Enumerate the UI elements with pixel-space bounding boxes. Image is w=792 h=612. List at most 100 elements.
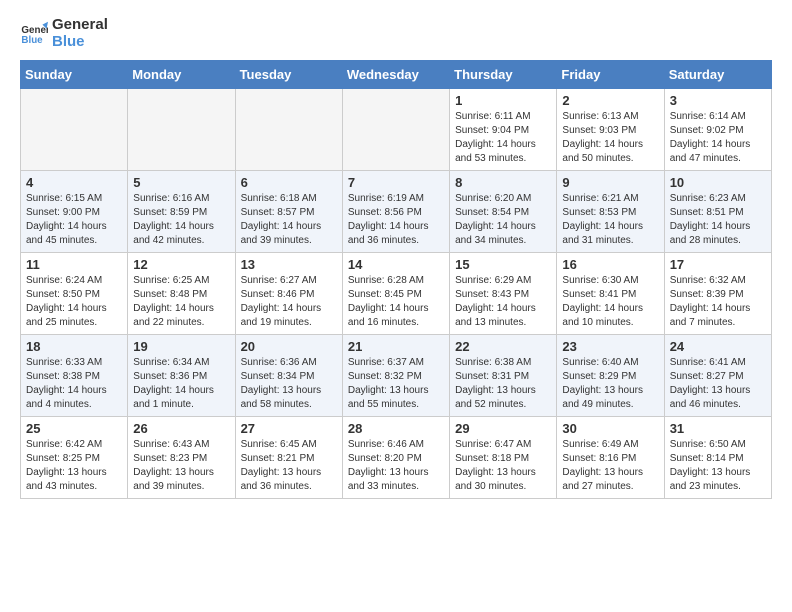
day-info: Sunrise: 6:38 AM Sunset: 8:31 PM Dayligh…: [455, 356, 551, 412]
day-number: 17: [670, 257, 766, 272]
day-number: 12: [133, 257, 229, 272]
calendar-day: [21, 89, 128, 171]
calendar-week-4: 18 Sunrise: 6:33 AM Sunset: 8:38 PM Dayli…: [21, 335, 772, 417]
calendar-week-1: 1Sunrise: 6:11 AM Sunset: 9:04 PM Daylig…: [21, 89, 772, 171]
calendar-day: 12Sunrise: 6:25 AM Sunset: 8:48 PM Dayli…: [128, 253, 235, 335]
day-number: 11: [26, 257, 122, 272]
day-number: 30: [562, 421, 658, 436]
calendar-day: 29Sunrise: 6:47 AM Sunset: 8:18 PM Dayli…: [450, 417, 557, 499]
day-info: Sunrise: 6:21 AM Sunset: 8:53 PM Dayligh…: [562, 192, 658, 248]
calendar-day: 22 Sunrise: 6:38 AM Sunset: 8:31 PM Dayli…: [450, 335, 557, 417]
day-info: Sunrise: 6:13 AM Sunset: 9:03 PM Dayligh…: [562, 110, 658, 166]
day-number: 26: [133, 421, 229, 436]
day-info: Sunrise: 6:45 AM Sunset: 8:21 PM Dayligh…: [241, 438, 337, 494]
day-info: Sunrise: 6:34 AM Sunset: 8:36 PM Dayligh…: [133, 356, 229, 412]
calendar-day: 5 Sunrise: 6:16 AM Sunset: 8:59 PM Daylig…: [128, 171, 235, 253]
calendar-day: 8 Sunrise: 6:20 AM Sunset: 8:54 PM Daylig…: [450, 171, 557, 253]
day-info: Sunrise: 6:14 AM Sunset: 9:02 PM Dayligh…: [670, 110, 766, 166]
day-number: 25: [26, 421, 122, 436]
calendar-day: 7 Sunrise: 6:19 AM Sunset: 8:56 PM Daylig…: [342, 171, 449, 253]
day-number: 21: [348, 339, 444, 354]
calendar-day: 11 Sunrise: 6:24 AM Sunset: 8:50 PM Dayli…: [21, 253, 128, 335]
day-info: Sunrise: 6:23 AM Sunset: 8:51 PM Dayligh…: [670, 192, 766, 248]
logo-icon: General Blue: [20, 19, 48, 47]
calendar-day: 15 Sunrise: 6:29 AM Sunset: 8:43 PM Dayli…: [450, 253, 557, 335]
day-info: Sunrise: 6:20 AM Sunset: 8:54 PM Dayligh…: [455, 192, 551, 248]
weekday-header-thursday: Thursday: [450, 61, 557, 89]
day-info: Sunrise: 6:15 AM Sunset: 9:00 PM Dayligh…: [26, 192, 122, 248]
day-number: 5: [133, 175, 229, 190]
calendar-week-5: 25 Sunrise: 6:42 AM Sunset: 8:25 PM Dayli…: [21, 417, 772, 499]
svg-text:Blue: Blue: [21, 35, 43, 46]
calendar-day: [342, 89, 449, 171]
weekday-header-row: SundayMondayTuesdayWednesdayThursdayFrid…: [21, 61, 772, 89]
calendar-day: [235, 89, 342, 171]
calendar-day: 2 Sunrise: 6:13 AM Sunset: 9:03 PM Daylig…: [557, 89, 664, 171]
logo-text-line1: General: [52, 16, 108, 33]
weekday-header-saturday: Saturday: [664, 61, 771, 89]
calendar-day: 18 Sunrise: 6:33 AM Sunset: 8:38 PM Dayli…: [21, 335, 128, 417]
day-number: 15: [455, 257, 551, 272]
day-info: Sunrise: 6:50 AM Sunset: 8:14 PM Dayligh…: [670, 438, 766, 494]
calendar-day: 27 Sunrise: 6:45 AM Sunset: 8:21 PM Dayli…: [235, 417, 342, 499]
day-info: Sunrise: 6:16 AM Sunset: 8:59 PM Dayligh…: [133, 192, 229, 248]
day-number: 6: [241, 175, 337, 190]
weekday-header-sunday: Sunday: [21, 61, 128, 89]
day-number: 1: [455, 93, 551, 108]
calendar-day: [128, 89, 235, 171]
calendar-day: 19Sunrise: 6:34 AM Sunset: 8:36 PM Dayli…: [128, 335, 235, 417]
day-number: 13: [241, 257, 337, 272]
day-number: 14: [348, 257, 444, 272]
calendar-day: 10 Sunrise: 6:23 AM Sunset: 8:51 PM Dayli…: [664, 171, 771, 253]
day-number: 28: [348, 421, 444, 436]
calendar-day: 25 Sunrise: 6:42 AM Sunset: 8:25 PM Dayli…: [21, 417, 128, 499]
calendar-day: 4 Sunrise: 6:15 AM Sunset: 9:00 PM Daylig…: [21, 171, 128, 253]
calendar-day: 28 Sunrise: 6:46 AM Sunset: 8:20 PM Dayli…: [342, 417, 449, 499]
weekday-header-wednesday: Wednesday: [342, 61, 449, 89]
calendar-day: 17 Sunrise: 6:32 AM Sunset: 8:39 PM Dayli…: [664, 253, 771, 335]
calendar-week-3: 11 Sunrise: 6:24 AM Sunset: 8:50 PM Dayli…: [21, 253, 772, 335]
calendar-day: 14 Sunrise: 6:28 AM Sunset: 8:45 PM Dayli…: [342, 253, 449, 335]
calendar-day: 3Sunrise: 6:14 AM Sunset: 9:02 PM Daylig…: [664, 89, 771, 171]
day-number: 18: [26, 339, 122, 354]
day-info: Sunrise: 6:47 AM Sunset: 8:18 PM Dayligh…: [455, 438, 551, 494]
day-info: Sunrise: 6:43 AM Sunset: 8:23 PM Dayligh…: [133, 438, 229, 494]
day-number: 31: [670, 421, 766, 436]
day-info: Sunrise: 6:33 AM Sunset: 8:38 PM Dayligh…: [26, 356, 122, 412]
calendar-day: 1Sunrise: 6:11 AM Sunset: 9:04 PM Daylig…: [450, 89, 557, 171]
day-info: Sunrise: 6:27 AM Sunset: 8:46 PM Dayligh…: [241, 274, 337, 330]
calendar-day: 13 Sunrise: 6:27 AM Sunset: 8:46 PM Dayli…: [235, 253, 342, 335]
day-info: Sunrise: 6:40 AM Sunset: 8:29 PM Dayligh…: [562, 356, 658, 412]
calendar-day: 16 Sunrise: 6:30 AM Sunset: 8:41 PM Dayli…: [557, 253, 664, 335]
day-number: 23: [562, 339, 658, 354]
day-number: 9: [562, 175, 658, 190]
day-number: 2: [562, 93, 658, 108]
day-info: Sunrise: 6:24 AM Sunset: 8:50 PM Dayligh…: [26, 274, 122, 330]
calendar-day: 23 Sunrise: 6:40 AM Sunset: 8:29 PM Dayli…: [557, 335, 664, 417]
day-number: 24: [670, 339, 766, 354]
day-number: 8: [455, 175, 551, 190]
day-number: 16: [562, 257, 658, 272]
day-info: Sunrise: 6:32 AM Sunset: 8:39 PM Dayligh…: [670, 274, 766, 330]
day-info: Sunrise: 6:30 AM Sunset: 8:41 PM Dayligh…: [562, 274, 658, 330]
day-info: Sunrise: 6:41 AM Sunset: 8:27 PM Dayligh…: [670, 356, 766, 412]
calendar-day: 21Sunrise: 6:37 AM Sunset: 8:32 PM Dayli…: [342, 335, 449, 417]
calendar-day: 24 Sunrise: 6:41 AM Sunset: 8:27 PM Dayli…: [664, 335, 771, 417]
day-info: Sunrise: 6:36 AM Sunset: 8:34 PM Dayligh…: [241, 356, 337, 412]
day-info: Sunrise: 6:19 AM Sunset: 8:56 PM Dayligh…: [348, 192, 444, 248]
calendar-week-2: 4 Sunrise: 6:15 AM Sunset: 9:00 PM Daylig…: [21, 171, 772, 253]
logo-text-line2: Blue: [52, 33, 108, 50]
day-number: 20: [241, 339, 337, 354]
day-number: 7: [348, 175, 444, 190]
day-info: Sunrise: 6:29 AM Sunset: 8:43 PM Dayligh…: [455, 274, 551, 330]
day-number: 27: [241, 421, 337, 436]
day-number: 10: [670, 175, 766, 190]
day-number: 4: [26, 175, 122, 190]
calendar-day: 31 Sunrise: 6:50 AM Sunset: 8:14 PM Dayli…: [664, 417, 771, 499]
day-info: Sunrise: 6:28 AM Sunset: 8:45 PM Dayligh…: [348, 274, 444, 330]
calendar-day: 20 Sunrise: 6:36 AM Sunset: 8:34 PM Dayli…: [235, 335, 342, 417]
day-number: 22: [455, 339, 551, 354]
day-info: Sunrise: 6:42 AM Sunset: 8:25 PM Dayligh…: [26, 438, 122, 494]
calendar-day: 6Sunrise: 6:18 AM Sunset: 8:57 PM Daylig…: [235, 171, 342, 253]
day-info: Sunrise: 6:46 AM Sunset: 8:20 PM Dayligh…: [348, 438, 444, 494]
